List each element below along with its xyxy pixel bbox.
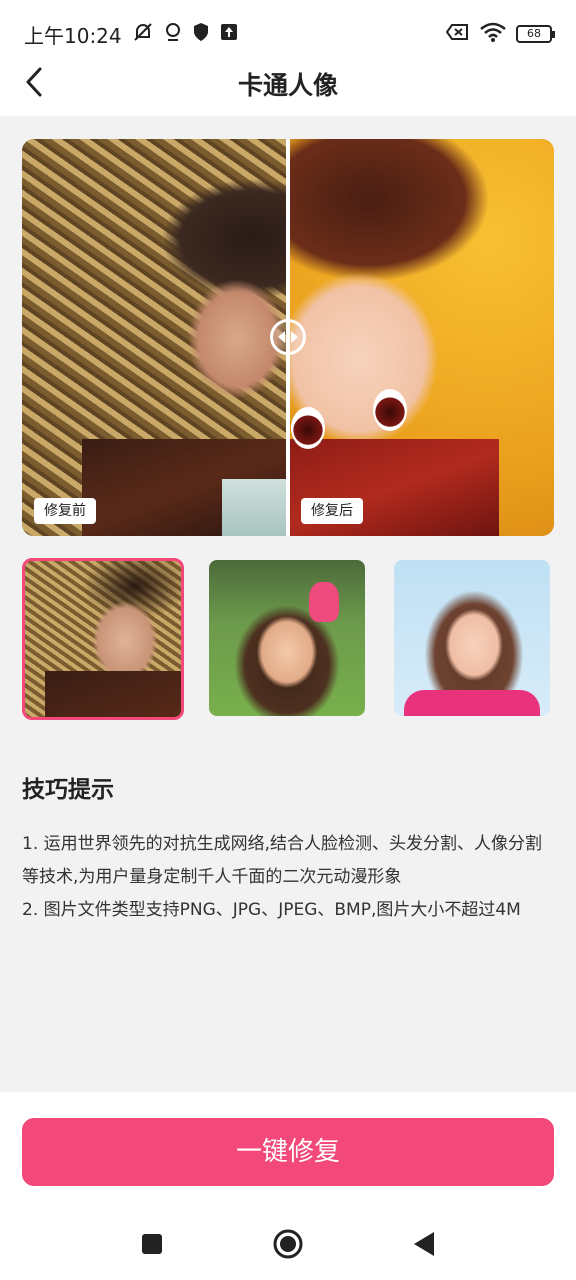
tip-item: 1. 运用世界领先的对抗生成网络,结合人脸检测、头发分割、人像分割等技术,为用户… <box>22 834 543 887</box>
before-after-compare: 修复前 修复后 <box>22 139 554 536</box>
home-icon[interactable] <box>270 1226 306 1262</box>
upload-icon <box>220 22 238 46</box>
app-header: 卡通人像 <box>0 52 576 116</box>
before-label: 修复前 <box>34 498 96 524</box>
wifi-icon <box>480 22 506 47</box>
after-label: 修复后 <box>301 498 363 524</box>
thumb-girl-pink-bow[interactable] <box>209 560 365 716</box>
one-click-repair-button[interactable]: 一键修复 <box>22 1118 554 1186</box>
compare-slider-icon[interactable] <box>270 319 306 355</box>
thumb-woman-smiling[interactable] <box>394 560 550 716</box>
tip-item: 2. 图片文件类型支持PNG、JPG、JPEG、BMP,图片大小不超过4M <box>22 900 521 920</box>
back-icon[interactable] <box>406 1226 442 1262</box>
back-button[interactable] <box>14 64 54 104</box>
page-title: 卡通人像 <box>237 71 338 100</box>
battery-icon: 68 <box>516 25 555 43</box>
shield-icon <box>164 22 182 47</box>
sample-thumbnails <box>22 558 554 720</box>
bottom-area: 一键修复 <box>0 1092 576 1280</box>
chevron-left-icon <box>24 67 44 101</box>
tips-section: 技巧提示 1. 运用世界领先的对抗生成网络,结合人脸检测、头发分割、人像分割等技… <box>22 770 554 927</box>
after-image <box>289 139 554 536</box>
system-nav-bar <box>0 1212 576 1276</box>
sim-off-icon <box>445 22 470 46</box>
recent-apps-icon[interactable] <box>134 1226 170 1262</box>
mute-alarm-icon <box>132 21 154 48</box>
before-image <box>22 139 287 536</box>
status-time: 上午10:24 <box>24 23 122 48</box>
thumb-woman-straw-hat[interactable] <box>22 558 184 720</box>
tips-title: 技巧提示 <box>22 777 114 803</box>
vpn-icon <box>192 22 210 47</box>
